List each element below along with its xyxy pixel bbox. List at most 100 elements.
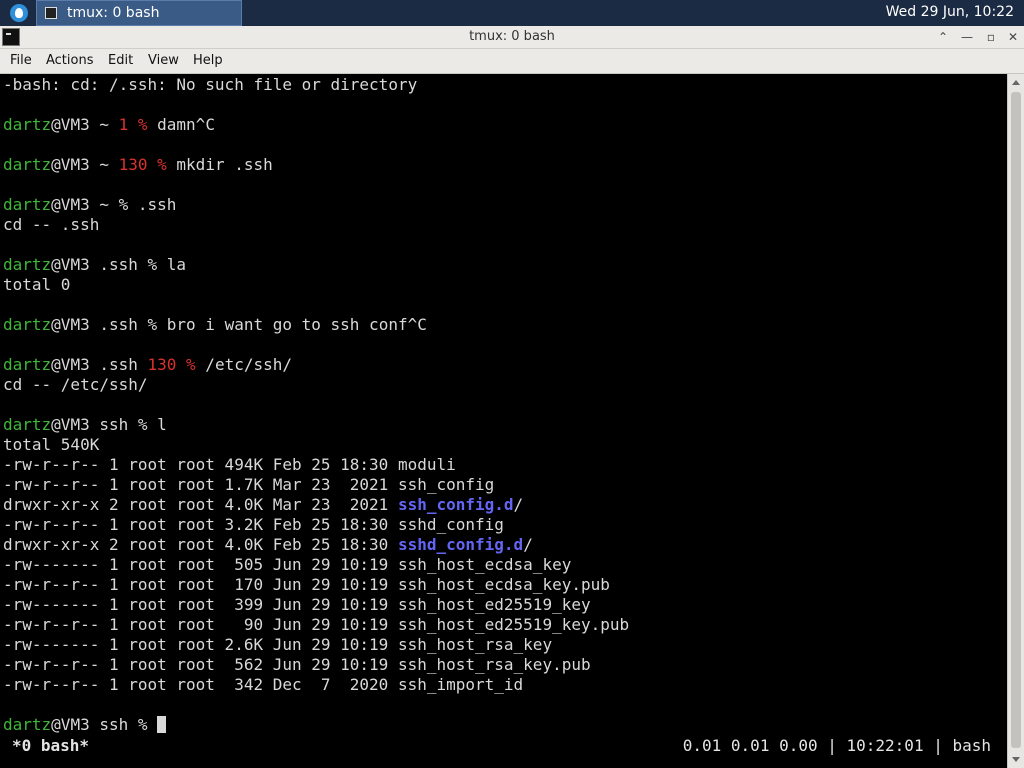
terminal-line: total 540K <box>3 435 629 455</box>
terminal-line: -rw-r--r-- 1 root root 90 Jun 29 10:19 s… <box>3 615 629 635</box>
title-bar[interactable]: tmux: 0 bash ⌃ — ▫ ✕ <box>0 26 1024 49</box>
close-button[interactable]: ✕ <box>1004 28 1022 46</box>
terminal-lines: -bash: cd: /.ssh: No such file or direct… <box>3 75 629 735</box>
menu-file[interactable]: File <box>10 53 32 68</box>
terminal-text: -rw-r--r-- 1 root root 562 Jun 29 10:19 … <box>3 655 591 674</box>
prompt-user: dartz <box>3 115 52 134</box>
terminal-line: -rw-r--r-- 1 root root 3.2K Feb 25 18:30… <box>3 515 629 535</box>
terminal-line: dartz@VM3 ~ 1 % damn^C <box>3 115 629 135</box>
minimize-button[interactable]: — <box>958 28 976 46</box>
terminal-text: -rw-r--r-- 1 root root 90 Jun 29 10:19 s… <box>3 615 630 634</box>
directory-name: ssh_config.d <box>397 495 514 514</box>
terminal-line: -rw------- 1 root root 505 Jun 29 10:19 … <box>3 555 629 575</box>
terminal-text: @VM3 ~ % .ssh <box>51 195 177 214</box>
prompt-user: dartz <box>3 415 52 434</box>
terminal-line: -rw------- 1 root root 399 Jun 29 10:19 … <box>3 595 629 615</box>
prompt-user: dartz <box>3 255 52 274</box>
terminal-text: -rw------- 1 root root 505 Jun 29 10:19 … <box>3 555 572 574</box>
clock[interactable]: Wed 29 Jun, 10:22 <box>886 4 1014 20</box>
terminal-text: @VM3 .ssh % bro i want go to ssh conf^C <box>51 315 427 334</box>
terminal-line: -rw-r--r-- 1 root root 1.7K Mar 23 2021 … <box>3 475 629 495</box>
prompt-user: dartz <box>3 315 52 334</box>
prompt-user: dartz <box>3 355 52 374</box>
terminal-line: -rw-r--r-- 1 root root 170 Jun 29 10:19 … <box>3 575 629 595</box>
terminal-text: /etc/ssh/ <box>195 355 292 374</box>
terminal-text: -rw-r--r-- 1 root root 342 Dec 7 2020 ss… <box>3 675 524 694</box>
terminal-line: dartz@VM3 ssh % l <box>3 415 629 435</box>
terminal-line: -rw-r--r-- 1 root root 342 Dec 7 2020 ss… <box>3 675 629 695</box>
menu-actions[interactable]: Actions <box>46 53 94 68</box>
terminal-text: -rw-r--r-- 1 root root 170 Jun 29 10:19 … <box>3 575 610 594</box>
scroll-down-icon[interactable] <box>1012 757 1020 762</box>
window-title: tmux: 0 bash <box>469 29 555 44</box>
prompt-user: dartz <box>3 715 52 734</box>
prompt-user: dartz <box>3 195 52 214</box>
terminal-text: -rw-r--r-- 1 root root 3.2K Feb 25 18:30… <box>3 515 504 534</box>
scrollbar-thumb[interactable] <box>1011 92 1021 748</box>
text-cursor <box>157 716 167 733</box>
exit-status: 130 % <box>118 155 167 174</box>
scrollbar[interactable] <box>1007 74 1024 768</box>
terminal-line: dartz@VM3 ssh % <box>3 715 629 735</box>
menu-edit[interactable]: Edit <box>108 53 133 68</box>
terminal-text: drwxr-xr-x 2 root root 4.0K Feb 25 18:30 <box>3 535 398 554</box>
terminal-line: cd -- .ssh <box>3 215 629 235</box>
terminal-line: dartz@VM3 ~ % .ssh <box>3 195 629 215</box>
exit-status: 130 % <box>147 355 196 374</box>
terminal-text: @VM3 .ssh <box>51 355 148 374</box>
terminal-output[interactable]: -bash: cd: /.ssh: No such file or direct… <box>0 74 1007 768</box>
terminal-line: dartz@VM3 .ssh % la <box>3 255 629 275</box>
menu-bar: File Actions Edit View Help <box>0 49 1024 74</box>
terminal-line: -bash: cd: /.ssh: No such file or direct… <box>3 75 629 95</box>
menu-view[interactable]: View <box>148 53 179 68</box>
terminal-text: -rw-r--r-- 1 root root 494K Feb 25 18:30… <box>3 455 456 474</box>
terminal-line: dartz@VM3 ~ 130 % mkdir .ssh <box>3 155 629 175</box>
directory-name: sshd_config.d <box>397 535 524 554</box>
terminal-icon <box>45 7 57 19</box>
menu-help[interactable]: Help <box>193 53 223 68</box>
exit-status: 1 % <box>118 115 148 134</box>
terminal-text: @VM3 ssh % l <box>51 415 167 434</box>
terminal-line: drwxr-xr-x 2 root root 4.0K Feb 25 18:30… <box>3 535 629 555</box>
terminal-text: -rw-r--r-- 1 root root 1.7K Mar 23 2021 … <box>3 475 495 494</box>
start-menu-icon[interactable] <box>10 4 28 22</box>
shade-button[interactable]: ⌃ <box>934 28 952 46</box>
terminal-text: total 0 <box>3 275 71 294</box>
terminal-text: cd -- .ssh <box>3 215 100 234</box>
terminal-text: -rw------- 1 root root 399 Jun 29 10:19 … <box>3 595 591 614</box>
terminal-line: -rw-r--r-- 1 root root 562 Jun 29 10:19 … <box>3 655 629 675</box>
terminal-line: -rw------- 1 root root 2.6K Jun 29 10:19… <box>3 635 629 655</box>
terminal-line: cd -- /etc/ssh/ <box>3 375 629 395</box>
tmux-status-bar: *0 bash* 0.01 0.01 0.00 | 10:22:01 | bas… <box>0 736 1007 756</box>
terminal-text: -rw------- 1 root root 2.6K Jun 29 10:19… <box>3 635 553 654</box>
prompt-user: dartz <box>3 155 52 174</box>
terminal-line: dartz@VM3 .ssh % bro i want go to ssh co… <box>3 315 629 335</box>
terminal-text: cd -- /etc/ssh/ <box>3 375 148 394</box>
terminal-text: @VM3 .ssh % la <box>51 255 187 274</box>
terminal-line: drwxr-xr-x 2 root root 4.0K Mar 23 2021 … <box>3 495 629 515</box>
terminal-line: -rw-r--r-- 1 root root 494K Feb 25 18:30… <box>3 455 629 475</box>
taskbar: tmux: 0 bash Wed 29 Jun, 10:22 <box>0 0 1024 26</box>
terminal-text: -bash: cd: /.ssh: No such file or direct… <box>3 75 418 94</box>
task-label: tmux: 0 bash <box>67 5 160 21</box>
terminal-text: @VM3 ssh % <box>51 715 158 734</box>
scroll-up-icon[interactable] <box>1012 80 1020 85</box>
terminal-text: damn^C <box>147 115 215 134</box>
maximize-button[interactable]: ▫ <box>982 28 1000 46</box>
terminal-line: dartz@VM3 .ssh 130 % /etc/ssh/ <box>3 355 629 375</box>
terminal-text: drwxr-xr-x 2 root root 4.0K Mar 23 2021 <box>3 495 398 514</box>
terminal-text: / <box>523 535 533 554</box>
terminal-text: total 540K <box>3 435 100 454</box>
taskbar-task-tmux[interactable]: tmux: 0 bash <box>36 0 242 26</box>
tmux-status-right: 0.01 0.01 0.00 | 10:22:01 | bash <box>682 736 991 755</box>
terminal-line: total 0 <box>3 275 629 295</box>
terminal-text: @VM3 ~ <box>51 115 119 134</box>
